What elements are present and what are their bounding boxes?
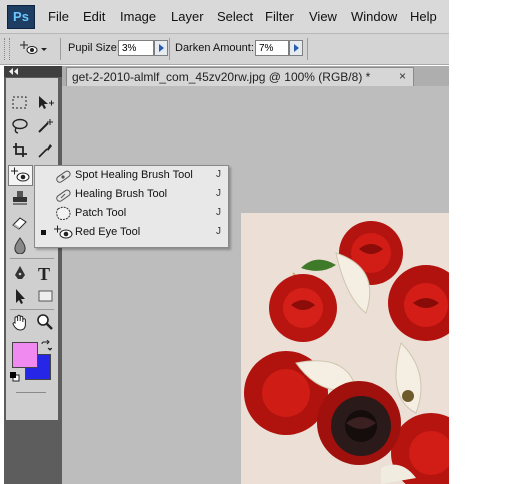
default-colors-icon[interactable] bbox=[10, 372, 20, 382]
menu-help[interactable]: Help bbox=[410, 9, 437, 24]
pen-icon[interactable] bbox=[10, 264, 30, 282]
red-eye-tool-icon bbox=[11, 167, 30, 182]
flyout-label: Spot Healing Brush Tool bbox=[75, 169, 193, 181]
patch-icon bbox=[56, 206, 71, 220]
zoom-icon[interactable] bbox=[35, 313, 55, 331]
red-eye-preset-icon bbox=[20, 41, 47, 54]
options-separator bbox=[60, 38, 61, 60]
swap-colors-icon[interactable] bbox=[40, 339, 53, 352]
eyedropper-icon[interactable] bbox=[35, 141, 55, 159]
healing-brush-icon bbox=[56, 189, 71, 202]
healing-tools-flyout: Spot Healing Brush Tool J Healing Brush … bbox=[34, 165, 229, 248]
options-separator bbox=[307, 38, 308, 60]
quick-mask-separator bbox=[16, 392, 46, 393]
stamp-icon[interactable] bbox=[10, 189, 30, 207]
tools-separator bbox=[10, 309, 54, 310]
tools-panel-header[interactable] bbox=[4, 66, 62, 77]
menu-window[interactable]: Window bbox=[351, 9, 397, 24]
flyout-shortcut: J bbox=[216, 207, 221, 218]
roses-photo-image bbox=[241, 213, 449, 484]
foreground-color-swatch[interactable] bbox=[12, 342, 38, 368]
collapse-panel-icon[interactable] bbox=[7, 67, 27, 77]
menu-edit[interactable]: Edit bbox=[83, 9, 105, 24]
crop-icon[interactable] bbox=[10, 141, 30, 159]
type-icon[interactable]: T bbox=[35, 264, 55, 282]
tool-preset-picker[interactable] bbox=[17, 39, 47, 59]
eraser-icon[interactable] bbox=[10, 213, 30, 231]
pupil-size-field[interactable]: 3% bbox=[118, 40, 154, 56]
options-separator bbox=[169, 38, 170, 60]
marquee-icon[interactable] bbox=[10, 94, 30, 112]
tools-separator bbox=[10, 258, 54, 259]
blur-icon[interactable] bbox=[10, 236, 30, 254]
menu-file[interactable]: File bbox=[48, 9, 69, 24]
flyout-label: Red Eye Tool bbox=[75, 226, 141, 238]
menu-select[interactable]: Select bbox=[217, 9, 253, 24]
darken-amount-arrow-button[interactable] bbox=[289, 40, 303, 56]
magic-wand-icon[interactable] bbox=[35, 117, 55, 135]
menu-layer[interactable]: Layer bbox=[171, 9, 204, 24]
document-tab-title: get-2-2010-almlf_com_45zv20rw.jpg @ 100%… bbox=[72, 70, 371, 84]
darken-amount-field[interactable]: 7% bbox=[255, 40, 289, 56]
svg-text:T: T bbox=[38, 264, 50, 282]
photoshop-logo[interactable]: Ps bbox=[7, 5, 35, 29]
path-select-icon[interactable] bbox=[10, 287, 30, 305]
flyout-item-healing-brush[interactable]: Healing Brush Tool J bbox=[35, 185, 228, 204]
selected-bullet-icon bbox=[41, 230, 46, 235]
roses-photo[interactable] bbox=[241, 213, 449, 484]
menu-filter[interactable]: Filter bbox=[265, 9, 294, 24]
hand-icon[interactable] bbox=[10, 313, 30, 331]
flyout-label: Patch Tool bbox=[75, 207, 127, 219]
pupil-size-label: Pupil Size: bbox=[68, 42, 120, 54]
red-eye-tool-button[interactable] bbox=[8, 165, 33, 186]
rectangle-icon[interactable] bbox=[35, 287, 55, 305]
flyout-item-patch[interactable]: Patch Tool J bbox=[35, 204, 228, 223]
close-icon[interactable]: × bbox=[399, 69, 406, 83]
options-grip[interactable] bbox=[4, 38, 10, 60]
red-eye-icon bbox=[54, 225, 73, 239]
menu-view[interactable]: View bbox=[309, 9, 337, 24]
darken-amount-label: Darken Amount: bbox=[175, 42, 254, 54]
flyout-shortcut: J bbox=[216, 169, 221, 180]
move-icon[interactable] bbox=[35, 94, 55, 112]
flyout-item-spot-healing[interactable]: Spot Healing Brush Tool J bbox=[35, 166, 228, 185]
lasso-icon[interactable] bbox=[10, 117, 30, 135]
spot-healing-brush-icon bbox=[56, 170, 71, 183]
flyout-item-red-eye[interactable]: Red Eye Tool J bbox=[35, 223, 228, 242]
pupil-size-arrow-button[interactable] bbox=[154, 40, 168, 56]
flyout-shortcut: J bbox=[216, 188, 221, 199]
flyout-shortcut: J bbox=[216, 226, 221, 237]
menu-image[interactable]: Image bbox=[120, 9, 156, 24]
flyout-label: Healing Brush Tool bbox=[75, 188, 168, 200]
